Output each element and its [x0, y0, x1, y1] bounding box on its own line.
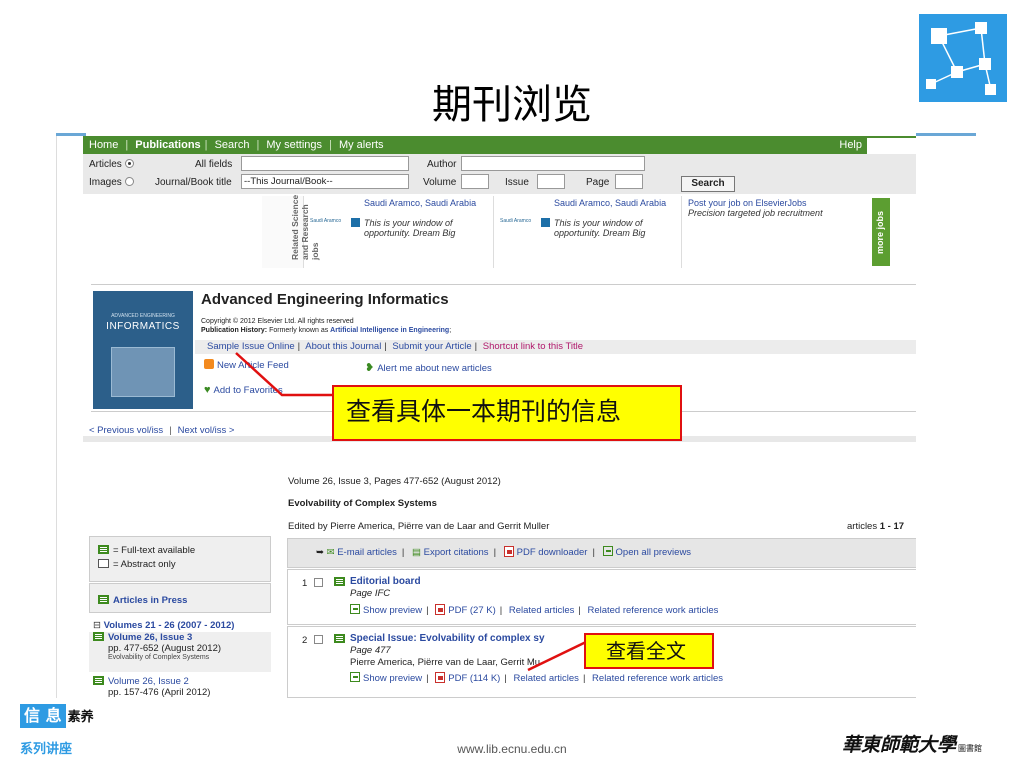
slide: 期刊浏览 Home | Publications | Search | My sett…	[0, 0, 1024, 768]
university-logo: 華東師範大學 圖書館	[842, 734, 983, 756]
callout-arrow-1	[235, 352, 332, 397]
callout-journal-info: 查看具体一本期刊的信息	[332, 385, 682, 441]
series-badge: 信 息素养	[20, 704, 94, 730]
callout-arrow-2	[527, 640, 587, 672]
callout-full-text: 查看全文	[584, 633, 714, 669]
callout-arrows	[235, 352, 587, 672]
